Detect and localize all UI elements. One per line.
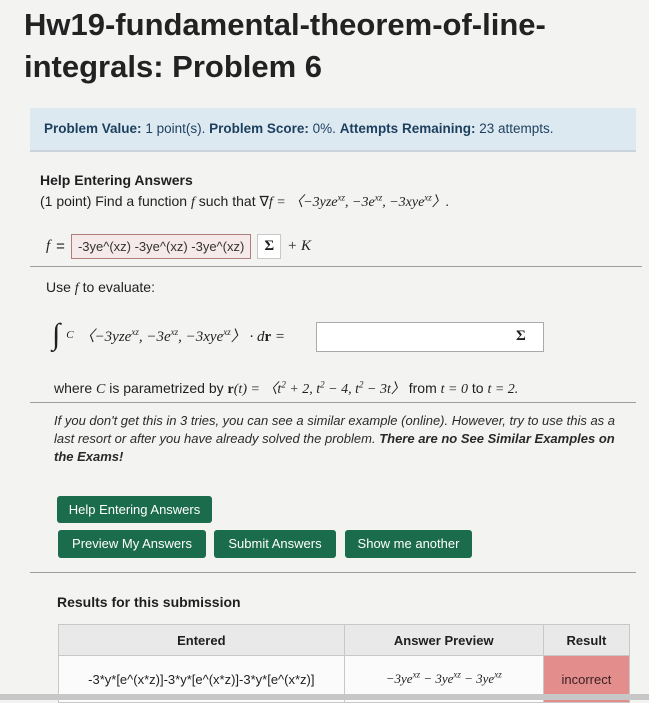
column-header-result: Result xyxy=(542,624,631,656)
problem-value: 1 point(s). xyxy=(145,121,206,136)
divider xyxy=(30,402,636,403)
similar-example-note: If you don't get this in 3 tries, you ca… xyxy=(54,413,616,464)
sigma-icon[interactable]: Σ xyxy=(516,328,526,345)
column-header-entered: Entered xyxy=(58,624,345,656)
plus-k: + K xyxy=(287,238,312,254)
problem-score-label: Problem Score: xyxy=(209,121,309,136)
answer-input-f[interactable]: -3ye^(xz) -3ye^(xz) -3ye^(xz) xyxy=(70,234,252,259)
integral-answer-input[interactable] xyxy=(316,322,544,352)
results-heading: Results for this submission xyxy=(57,594,241,610)
gradient-equation: ∇f = 〈−3yzexz, −3exz, −3xyexz〉. xyxy=(259,192,450,210)
bottom-scrollbar[interactable] xyxy=(0,694,649,700)
help-entering-answers-button[interactable]: Help Entering Answers xyxy=(57,496,212,523)
line-integral-expression: ∫ C 〈−3yzexz, −3exz, −3xyexz〉 · dr = xyxy=(52,318,286,351)
problem-value-label: Problem Value: xyxy=(44,121,142,136)
problem-score: 0%. xyxy=(312,121,336,136)
answer-row-f: f = -3ye^(xz) -3ye^(xz) -3ye^(xz) Σ + K xyxy=(46,234,311,259)
divider xyxy=(30,266,642,267)
problem-statement: Help Entering Answers (1 point) Find a f… xyxy=(40,172,636,211)
page-title: Hw19-fundamental-theorem-of-line-integra… xyxy=(24,7,546,84)
preview-answers-button[interactable]: Preview My Answers xyxy=(58,530,206,558)
use-f-text: Use f to evaluate: xyxy=(46,279,155,296)
divider xyxy=(30,572,636,573)
submit-answers-button[interactable]: Submit Answers xyxy=(214,530,336,558)
results-table: Entered Answer Preview Result -3*y*[e^(x… xyxy=(58,624,631,703)
integral-sign: ∫ xyxy=(52,318,61,351)
problem-prompt: (1 point) Find a function f such that ∇f… xyxy=(40,192,450,210)
sigma-icon[interactable]: Σ xyxy=(257,234,282,259)
help-entering-answers-link[interactable]: Help Entering Answers xyxy=(40,172,636,188)
attempts-remaining: 23 attempts. xyxy=(479,121,554,136)
show-me-another-button[interactable]: Show me another xyxy=(345,530,472,558)
problem-info-bar: Problem Value: 1 point(s). Problem Score… xyxy=(30,108,636,152)
parametrization-text: where C is parametrized by r(t) = 〈t2 + … xyxy=(54,379,519,397)
column-header-answer-preview: Answer Preview xyxy=(343,624,544,656)
attempts-label: Attempts Remaining: xyxy=(339,121,476,136)
